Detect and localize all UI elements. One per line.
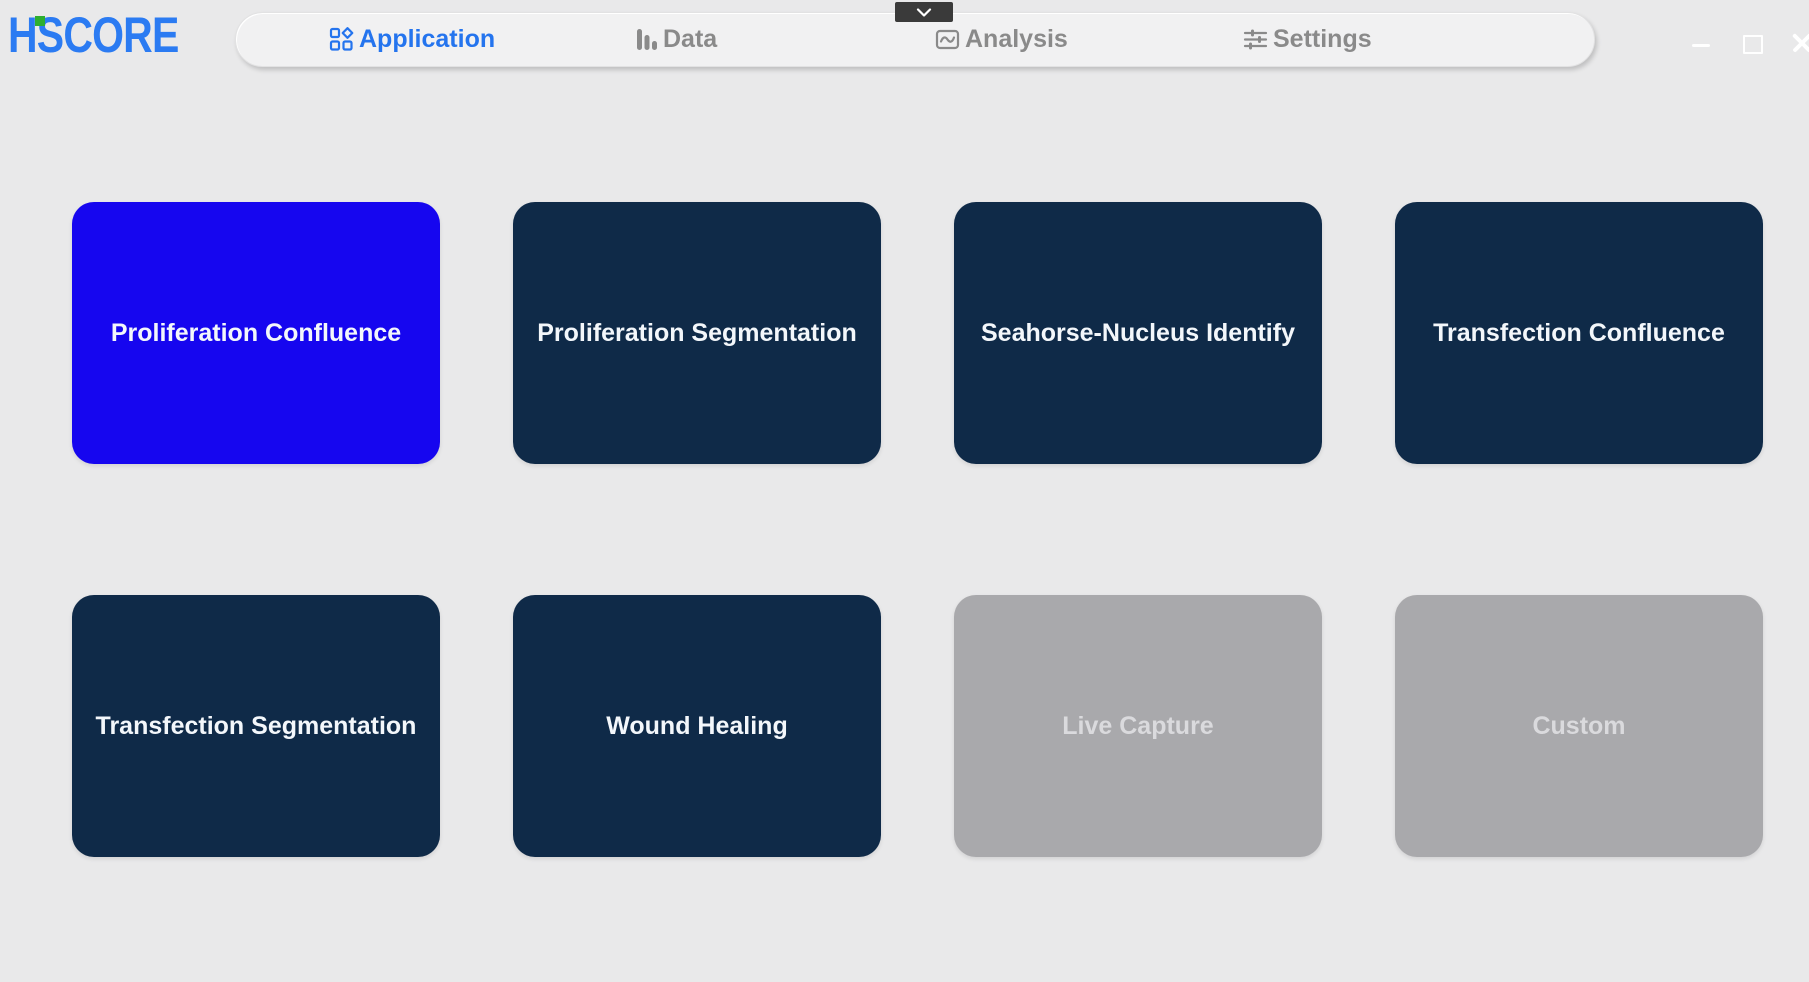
maximize-icon: [1743, 35, 1763, 54]
tile-live-capture[interactable]: Live Capture: [954, 595, 1322, 857]
tile-proliferation-segmentation[interactable]: Proliferation Segmentation: [513, 202, 881, 464]
tile-custom[interactable]: Custom: [1395, 595, 1763, 857]
line-chart-icon: [934, 26, 961, 53]
tile-seahorse-nucleus-identify[interactable]: Seahorse-Nucleus Identify: [954, 202, 1322, 464]
tile-label: Proliferation Confluence: [111, 318, 401, 348]
tile-label: Seahorse-Nucleus Identify: [981, 318, 1295, 348]
tab-data[interactable]: Data: [634, 13, 717, 66]
tab-label: Data: [663, 25, 717, 54]
app-grid-icon: [328, 26, 355, 53]
tab-analysis[interactable]: Analysis: [934, 13, 1068, 66]
tile-label: Custom: [1532, 711, 1625, 741]
titlebar-dropdown-button[interactable]: [895, 2, 953, 22]
bar-chart-icon: [634, 26, 659, 53]
tile-label: Transfection Confluence: [1433, 318, 1725, 348]
app-logo-text: HSCORE: [8, 10, 178, 60]
tile-proliferation-confluence[interactable]: Proliferation Confluence: [72, 202, 440, 464]
logo-accent-dot: [35, 16, 45, 26]
tile-label: Proliferation Segmentation: [537, 318, 856, 348]
tab-label: Analysis: [965, 25, 1068, 54]
tile-label: Live Capture: [1062, 711, 1213, 741]
minimize-icon: [1692, 44, 1710, 47]
tile-label: Transfection Segmentation: [96, 711, 417, 741]
chevron-down-icon: [916, 8, 932, 17]
sliders-icon: [1242, 26, 1269, 53]
maximize-button[interactable]: [1743, 35, 1763, 54]
tab-application[interactable]: Application: [328, 13, 495, 66]
tile-transfection-segmentation[interactable]: Transfection Segmentation: [72, 595, 440, 857]
app-logo: HSCORE: [8, 10, 216, 60]
tile-wound-healing[interactable]: Wound Healing: [513, 595, 881, 857]
tile-label: Wound Healing: [606, 711, 787, 741]
tile-transfection-confluence[interactable]: Transfection Confluence: [1395, 202, 1763, 464]
application-grid: Proliferation Confluence Proliferation S…: [72, 202, 1763, 857]
tab-label: Settings: [1273, 25, 1372, 54]
close-icon: [1791, 32, 1809, 54]
tab-settings[interactable]: Settings: [1242, 13, 1372, 66]
minimize-button[interactable]: [1692, 44, 1710, 47]
close-button[interactable]: [1791, 32, 1809, 54]
tab-label: Application: [359, 25, 495, 54]
